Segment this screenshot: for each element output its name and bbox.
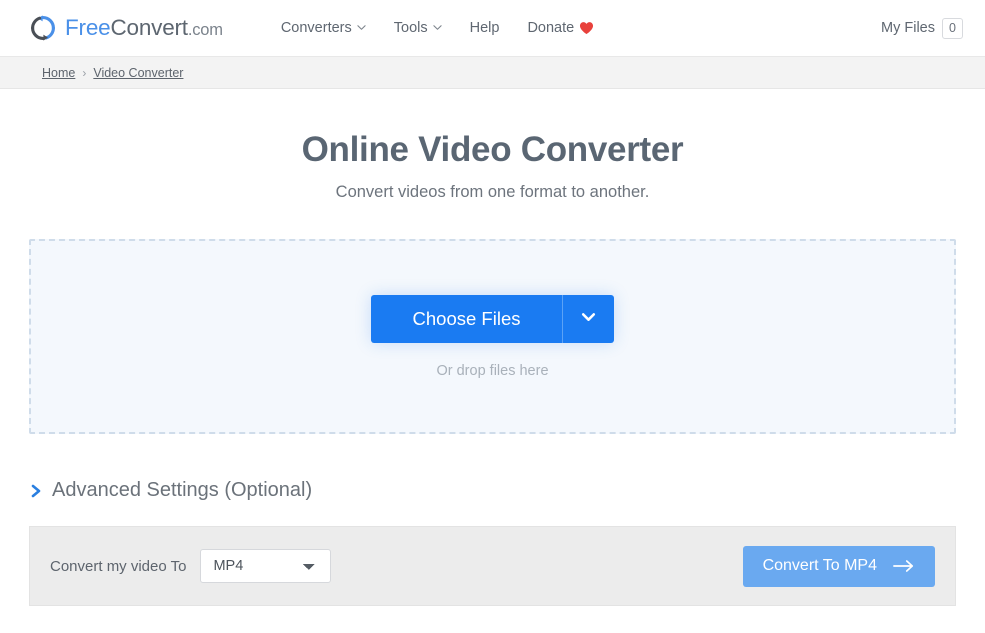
nav-item-help[interactable]: Help xyxy=(456,14,514,42)
breadcrumb-item-video-converter[interactable]: Video Converter xyxy=(93,66,183,80)
advanced-settings-toggle[interactable]: Advanced Settings (Optional) xyxy=(30,479,312,502)
brand-text-com: .com xyxy=(187,20,223,39)
nav-item-converters-label: Converters xyxy=(280,20,352,36)
file-dropzone[interactable]: Choose Files Or drop files here xyxy=(29,239,956,434)
main-content: Online Video Converter Convert videos fr… xyxy=(0,129,985,606)
convert-format-label: Convert my video To xyxy=(50,557,187,575)
brand-text-convert: Convert xyxy=(110,14,188,40)
my-files-button[interactable]: My Files 0 xyxy=(881,17,963,39)
my-files-label: My Files xyxy=(881,20,935,36)
nav-item-tools[interactable]: Tools xyxy=(380,14,456,42)
breadcrumb: Home › Video Converter xyxy=(0,57,985,89)
site-header: FreeConvert.com Converters Tools Help Do… xyxy=(0,0,985,57)
nav-item-tools-label: Tools xyxy=(393,20,428,36)
brand-logo-link[interactable]: FreeConvert.com xyxy=(30,15,223,41)
refresh-circular-arrows-icon xyxy=(30,15,56,41)
convert-action-bar: Convert my video To MP4 Convert To MP4 xyxy=(29,526,956,606)
choose-files-dropdown-toggle[interactable] xyxy=(562,294,615,343)
nav-item-donate-label: Donate xyxy=(527,20,575,36)
advanced-settings-label: Advanced Settings (Optional) xyxy=(52,479,313,501)
drop-files-hint: Or drop files here xyxy=(436,362,549,379)
convert-submit-button[interactable]: Convert To MP4 xyxy=(742,545,935,587)
main-navigation: Converters Tools Help Donate xyxy=(267,14,608,42)
output-format-select[interactable]: MP4 xyxy=(200,549,332,583)
page-subtitle: Convert videos from one format to anothe… xyxy=(335,183,650,201)
convert-submit-label: Convert To MP4 xyxy=(762,557,877,574)
nav-item-help-label: Help xyxy=(469,20,500,36)
chevron-down-icon xyxy=(357,23,366,32)
chevron-right-icon xyxy=(30,482,43,500)
nav-item-donate[interactable]: Donate xyxy=(513,14,608,42)
brand-text: FreeConvert.com xyxy=(65,14,223,40)
choose-files-button[interactable]: Choose Files xyxy=(370,294,563,343)
page-title: Online Video Converter xyxy=(301,130,684,169)
my-files-count-badge: 0 xyxy=(942,17,963,39)
nav-item-converters[interactable]: Converters xyxy=(267,14,380,42)
chevron-down-icon xyxy=(580,308,597,330)
heart-icon xyxy=(579,21,594,35)
brand-text-free: Free xyxy=(65,14,111,40)
breadcrumb-separator: › xyxy=(82,65,87,80)
chevron-down-icon xyxy=(432,23,442,32)
arrow-right-icon xyxy=(893,559,915,573)
breadcrumb-item-home[interactable]: Home xyxy=(42,66,75,80)
choose-files-group: Choose Files xyxy=(370,294,615,343)
